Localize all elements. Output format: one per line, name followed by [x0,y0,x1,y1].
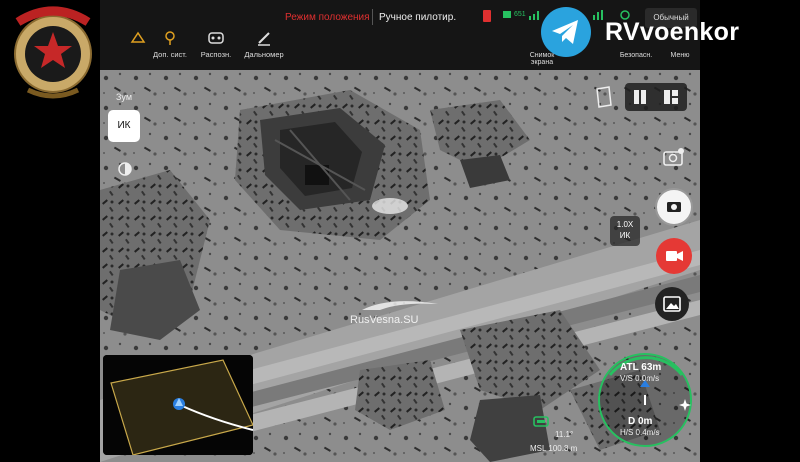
battery-value: 651 [513,10,526,18]
ir-mode-button[interactable]: ИК [108,110,140,142]
battery-status: 651 [502,9,526,19]
zoom-mode: ИК [619,231,631,240]
gallery-icon [663,296,681,312]
vertical-speed-readout: V/S 0.0m/s [620,374,660,383]
record-button[interactable] [656,238,692,274]
minimap[interactable] [103,355,253,455]
header-divider [372,9,373,25]
watermark: RusVesna.SU [350,301,438,326]
atl-readout: ATL 63m [620,362,662,373]
gallery-button[interactable] [655,287,689,321]
toolbar-item-recognition-label: Распозн. [200,50,232,59]
horizontal-speed-readout: H/S 0.4m/s [620,428,660,437]
battery-icon [503,11,511,18]
rc-signal-icon [592,9,606,23]
recognition-icon [192,30,240,46]
video-record-icon [666,251,683,261]
zoom-label: Зум [116,92,133,102]
zoom-value: 1.0X [616,220,634,229]
toolbar-item-menu-label: Меню [670,52,690,59]
compass-icon [678,398,692,417]
brightness-icon[interactable] [114,158,136,180]
msl-readout: MSL 100.8 m [530,444,578,453]
toolbar-item-safety[interactable]: Безопасн. [612,52,660,59]
rangefinder-icon [240,30,288,46]
toolbar-item-recognition[interactable]: Распозн. [192,30,240,59]
watermark-bird-icon [362,301,438,310]
telegram-logo-icon [540,6,592,58]
gimbal-icon [146,30,194,46]
camera-icon [667,202,681,212]
drone-controller-screen: Режим положения Ручное пилотир. 651 Обыч… [0,0,800,462]
minimap-view [103,355,253,455]
photo-mode-button[interactable] [655,188,693,226]
record-status-icon [482,9,492,25]
gps-coordinate-readout: 11.1° [555,430,574,439]
zoom-indicator[interactable]: 1.0X ИК [610,216,640,246]
layout-toggle-group [625,83,687,111]
position-mode-label[interactable]: Режим положения [285,12,370,23]
split-view-icon[interactable] [633,89,647,110]
toolbar-item-rangefinder-label: Дальномер [244,50,284,59]
toolbar-item-safety-label: Безопасн. [619,52,653,59]
toolbar-item-gimbal-label: Доп. сист. [153,50,187,59]
collapse-panel-icon[interactable] [593,85,615,114]
toolbar-item-rangefinder[interactable]: Дальномер [240,30,288,59]
watermark-text: RusVesna.SU [350,314,419,326]
grid-view-icon[interactable] [663,89,679,110]
distance-readout: D 0m [628,416,653,427]
unit-emblem-logo [8,2,98,104]
camera-settings-icon[interactable] [662,146,686,173]
drone-status-icon [532,414,550,433]
toolbar-item-gimbal[interactable]: Доп. сист. [146,30,194,59]
pilot-mode-label[interactable]: Ручное пилотир. [379,12,456,23]
toolbar-item-menu[interactable]: Меню [656,52,704,59]
channel-name: RVvoenkor [605,18,740,46]
